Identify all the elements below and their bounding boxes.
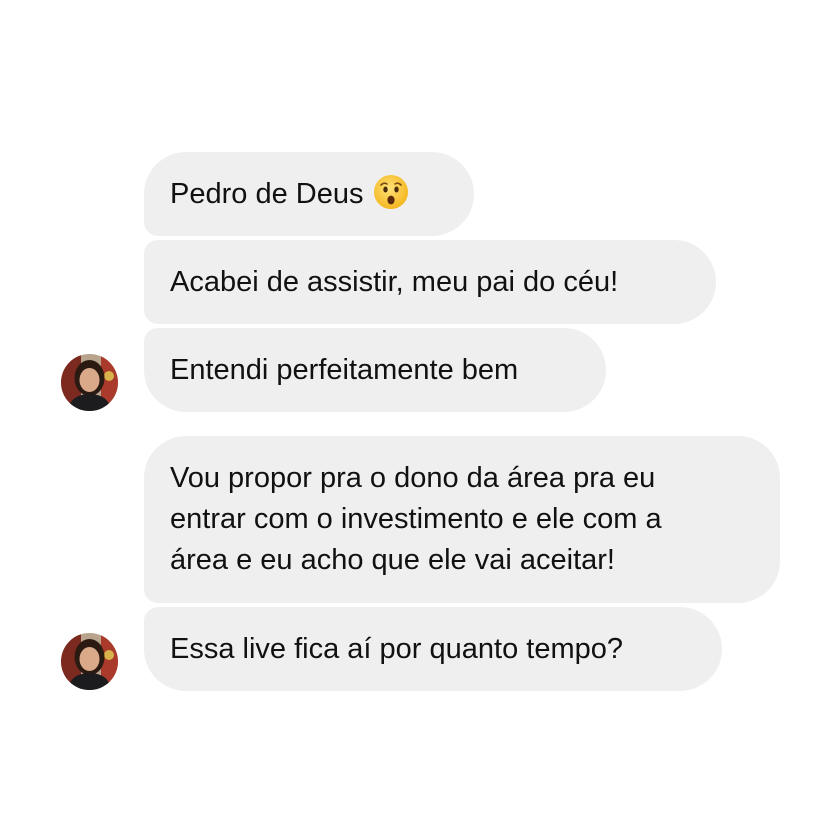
astonished-face-icon bbox=[373, 174, 409, 210]
message-text-line: entrar com o investimento e ele com a bbox=[170, 503, 662, 535]
message-text-line: área e eu acho que ele vai aceitar! bbox=[170, 544, 615, 576]
message-bubble[interactable]: Entendi perfeitamente bem bbox=[144, 328, 606, 412]
message-text-line: Vou propor pra o dono da área pra eu bbox=[170, 462, 656, 494]
message-bubble[interactable]: Pedro de Deus bbox=[144, 152, 474, 236]
message-text: Essa live fica aí por quanto tempo? bbox=[170, 633, 623, 665]
message-text: Pedro de Deus bbox=[170, 178, 364, 210]
message-thread: Pedro de Deus Acabei de assistir, meu pa… bbox=[0, 0, 828, 832]
message-bubble[interactable]: Acabei de assistir, meu pai do céu! bbox=[144, 240, 716, 324]
avatar[interactable] bbox=[61, 354, 118, 411]
message-bubble[interactable]: Essa live fica aí por quanto tempo? bbox=[144, 607, 722, 691]
message-text: Entendi perfeitamente bem bbox=[170, 354, 519, 386]
message-text: Acabei de assistir, meu pai do céu! bbox=[170, 266, 619, 298]
message-bubble[interactable]: Vou propor pra o dono da área pra eu ent… bbox=[144, 436, 780, 603]
avatar[interactable] bbox=[61, 633, 118, 690]
